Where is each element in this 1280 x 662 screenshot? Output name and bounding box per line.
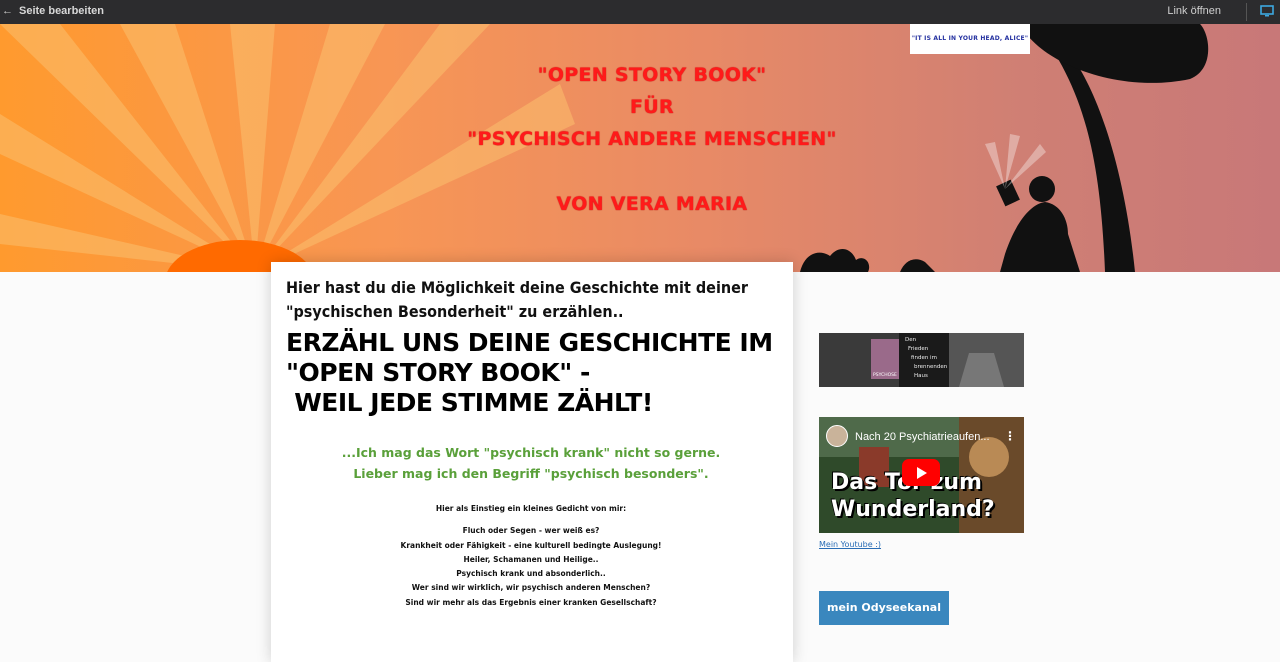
- hero-banner: "IT IS ALL IN YOUR HEAD, ALICE" "OPEN ST…: [0, 24, 1280, 272]
- poem-line: Psychisch krank und absonderlich..: [456, 569, 606, 579]
- alice-quote-stamp: "IT IS ALL IN YOUR HEAD, ALICE": [910, 24, 1030, 54]
- hero-title-line-2: FÜR: [630, 96, 674, 118]
- channel-avatar: [826, 425, 848, 447]
- quote-line-1: ...Ich mag das Wort "psychisch krank" ni…: [341, 445, 721, 460]
- poem-line: Krankheit oder Fähigkeit - eine kulturel…: [400, 540, 662, 550]
- poem-line: Wer sind wir wirklich, wir psychisch and…: [411, 583, 651, 593]
- quote-line-2: Lieber mag ich den Begriff "psychisch be…: [353, 466, 709, 481]
- poem-intro: Hier als Einstieg ein kleines Gedicht vo…: [435, 504, 627, 513]
- edit-page-label: Seite bearbeiten: [19, 5, 104, 17]
- play-button-icon[interactable]: [902, 459, 940, 486]
- book-thumbnail-text: Den Frieden finden im brennenden Haus: [905, 337, 948, 379]
- intro-text: Hier hast du die Möglichkeit deine Gesch…: [286, 278, 748, 321]
- main-content-card: Hier hast du die Möglichkeit deine Gesch…: [271, 262, 793, 662]
- book-badge: PSYCHOSE: [873, 373, 897, 378]
- youtube-channel-link[interactable]: Mein Youtube :): [819, 540, 881, 549]
- edit-page-button[interactable]: ← Seite bearbeiten: [2, 5, 104, 17]
- quote-block: ...Ich mag das Wort "psychisch krank" ni…: [286, 442, 776, 484]
- more-options-icon[interactable]: ⋮: [1004, 429, 1016, 443]
- youtube-video-embed[interactable]: Nach 20 Psychiatrieaufen... ⋮ Das Tor zu…: [819, 417, 1024, 533]
- video-title: Nach 20 Psychiatrieaufen...: [855, 431, 990, 443]
- desktop-preview-icon[interactable]: [1260, 4, 1274, 18]
- hero-author-line: VON VERA MARIA: [556, 193, 748, 215]
- topbar-divider: [1246, 3, 1247, 21]
- back-arrow-icon: ←: [2, 5, 13, 17]
- book-thumbnail-link[interactable]: Den Frieden finden im brennenden Haus PS…: [819, 333, 1024, 387]
- poem-line: Fluch oder Segen - wer weiß es?: [462, 526, 600, 536]
- poem-line: Heiler, Schamanen und Heilige..: [463, 554, 599, 564]
- editor-topbar: ← Seite bearbeiten Link öffnen: [0, 0, 1280, 24]
- main-headline: ERZÄHL UNS DEINE GESCHICHTE IM "OPEN STO…: [286, 328, 773, 417]
- odysee-channel-button[interactable]: mein Odyseekanal: [819, 591, 949, 625]
- open-link-button[interactable]: Link öffnen: [1167, 5, 1221, 17]
- hero-title-line-3: "PSYCHISCH ANDERE MENSCHEN": [467, 128, 837, 150]
- poem-block: Hier als Einstieg ein kleines Gedicht vo…: [286, 502, 776, 610]
- poem-line: Sind wir mehr als das Ergebnis einer kra…: [405, 597, 657, 607]
- hero-title-line-1: "OPEN STORY BOOK": [537, 64, 767, 86]
